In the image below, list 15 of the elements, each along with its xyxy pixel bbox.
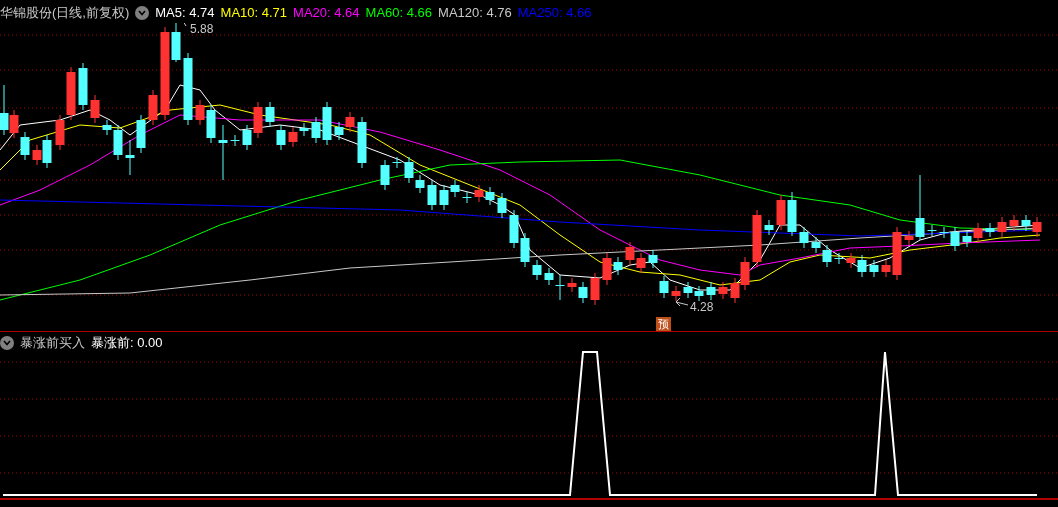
- moving-average-value: MA20: 4.64: [293, 4, 360, 22]
- pointer-arrow-icon: [675, 297, 689, 307]
- low-price-label: 4.28: [690, 299, 714, 316]
- stock-title: 华锦股份(日线,前复权): [0, 4, 130, 22]
- moving-average-value: MA5: 4.74: [155, 4, 215, 22]
- moving-average-value: MA250: 4.66: [517, 4, 592, 22]
- moving-average-value: MA10: 4.71: [220, 4, 288, 22]
- collapse-icon[interactable]: [0, 335, 14, 350]
- forecast-badge: 预: [656, 317, 671, 331]
- indicator-value: 暴涨前: 0.00: [91, 334, 163, 352]
- moving-average-value: MA60: 4.66: [365, 4, 433, 22]
- collapse-icon[interactable]: [135, 5, 150, 20]
- high-price-label: 5.88: [190, 21, 214, 38]
- indicator-name: 暴涨前买入: [20, 334, 85, 352]
- moving-average-value: MA120: 4.76: [438, 4, 512, 22]
